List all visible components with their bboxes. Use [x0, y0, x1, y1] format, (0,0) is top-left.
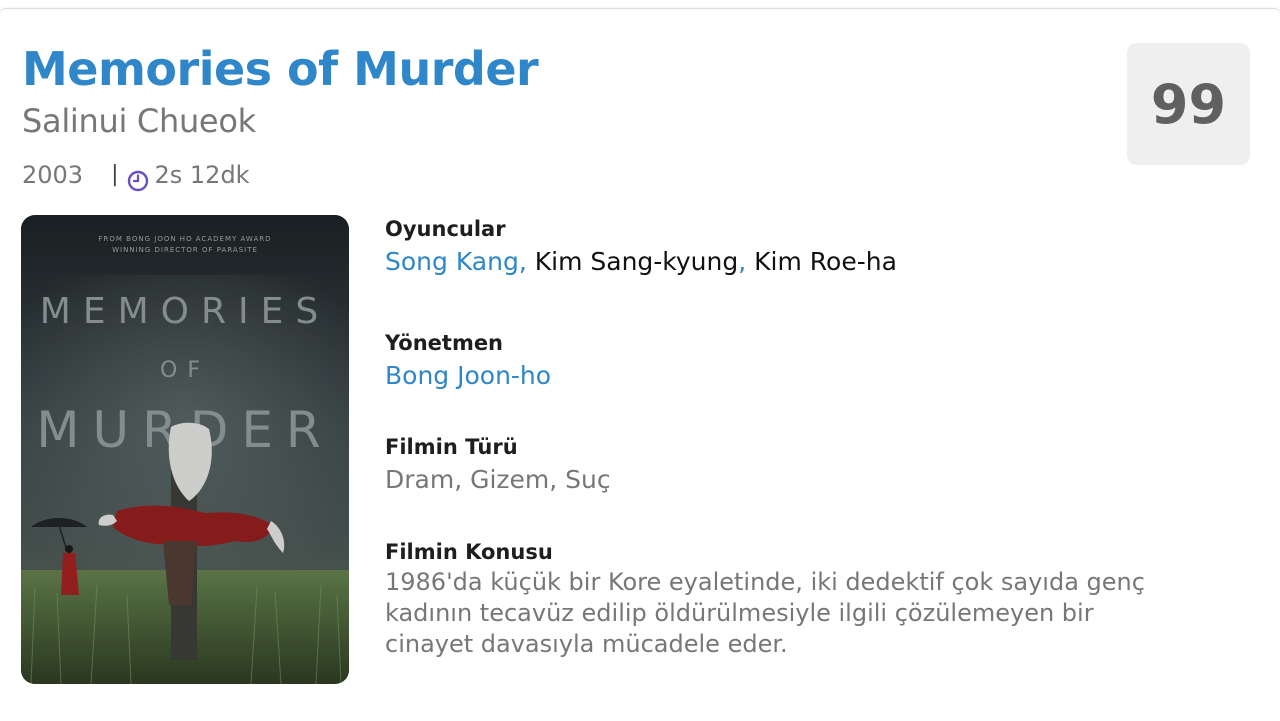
duration: 2s 12dk: [154, 161, 250, 189]
cast-section: Oyuncular Song Kang, Kim Sang-kyung, Kim…: [385, 214, 1245, 280]
plot-line: 1986'da küçük bir Kore eyaletinde, iki d…: [385, 568, 1145, 596]
plot-label: Filmin Konusu: [385, 540, 553, 564]
plot-text: 1986'da küçük bir Kore eyaletinde, iki d…: [385, 567, 1235, 660]
plot-section: Filmin Konusu 1986'da küçük bir Kore eya…: [385, 537, 1245, 660]
cast-link-song-kang[interactable]: Song Kang: [385, 247, 519, 276]
score-badge: 99: [1127, 43, 1250, 165]
original-title: Salinui Chueok: [22, 102, 256, 140]
cast-separator: ,: [738, 247, 747, 276]
cast-link-kim-sang-kyung[interactable]: Kim Sang-kyung: [535, 247, 739, 276]
release-year: 2003: [22, 161, 84, 189]
plot-line: cinayet davasıyla mücadele eder.: [385, 630, 788, 658]
director-section: Yönetmen Bong Joon-ho: [385, 328, 1245, 394]
cast-list: Song Kang, Kim Sang-kyung, Kim Roe-ha: [385, 244, 1245, 280]
plot-line: kadının tecavüz edilip öldürülmesiyle il…: [385, 599, 1094, 627]
director-value: Bong Joon-ho: [385, 358, 1245, 394]
cast-separator: ,: [518, 247, 527, 276]
genre-list: Dram, Gizem, Suç: [385, 465, 611, 494]
genre-section: Filmin Türü Dram, Gizem, Suç: [385, 432, 1245, 498]
meta-separator: |: [111, 162, 119, 187]
director-link[interactable]: Bong Joon-ho: [385, 361, 551, 390]
movie-meta: 2003 | 2s 12dk: [22, 155, 250, 195]
director-label: Yönetmen: [385, 331, 504, 355]
clock-icon: [127, 164, 149, 192]
cast-label: Oyuncular: [385, 217, 506, 241]
movie-title[interactable]: Memories of Murder: [22, 39, 539, 99]
genre-label: Filmin Türü: [385, 435, 518, 459]
cast-link-kim-roe-ha[interactable]: Kim Roe-ha: [754, 247, 897, 276]
movie-poster[interactable]: FROM BONG JOON HO ACADEMY AWARD WINNING …: [21, 215, 349, 684]
movie-card: Memories of Murder Salinui Chueok 2003 |…: [0, 8, 1280, 721]
